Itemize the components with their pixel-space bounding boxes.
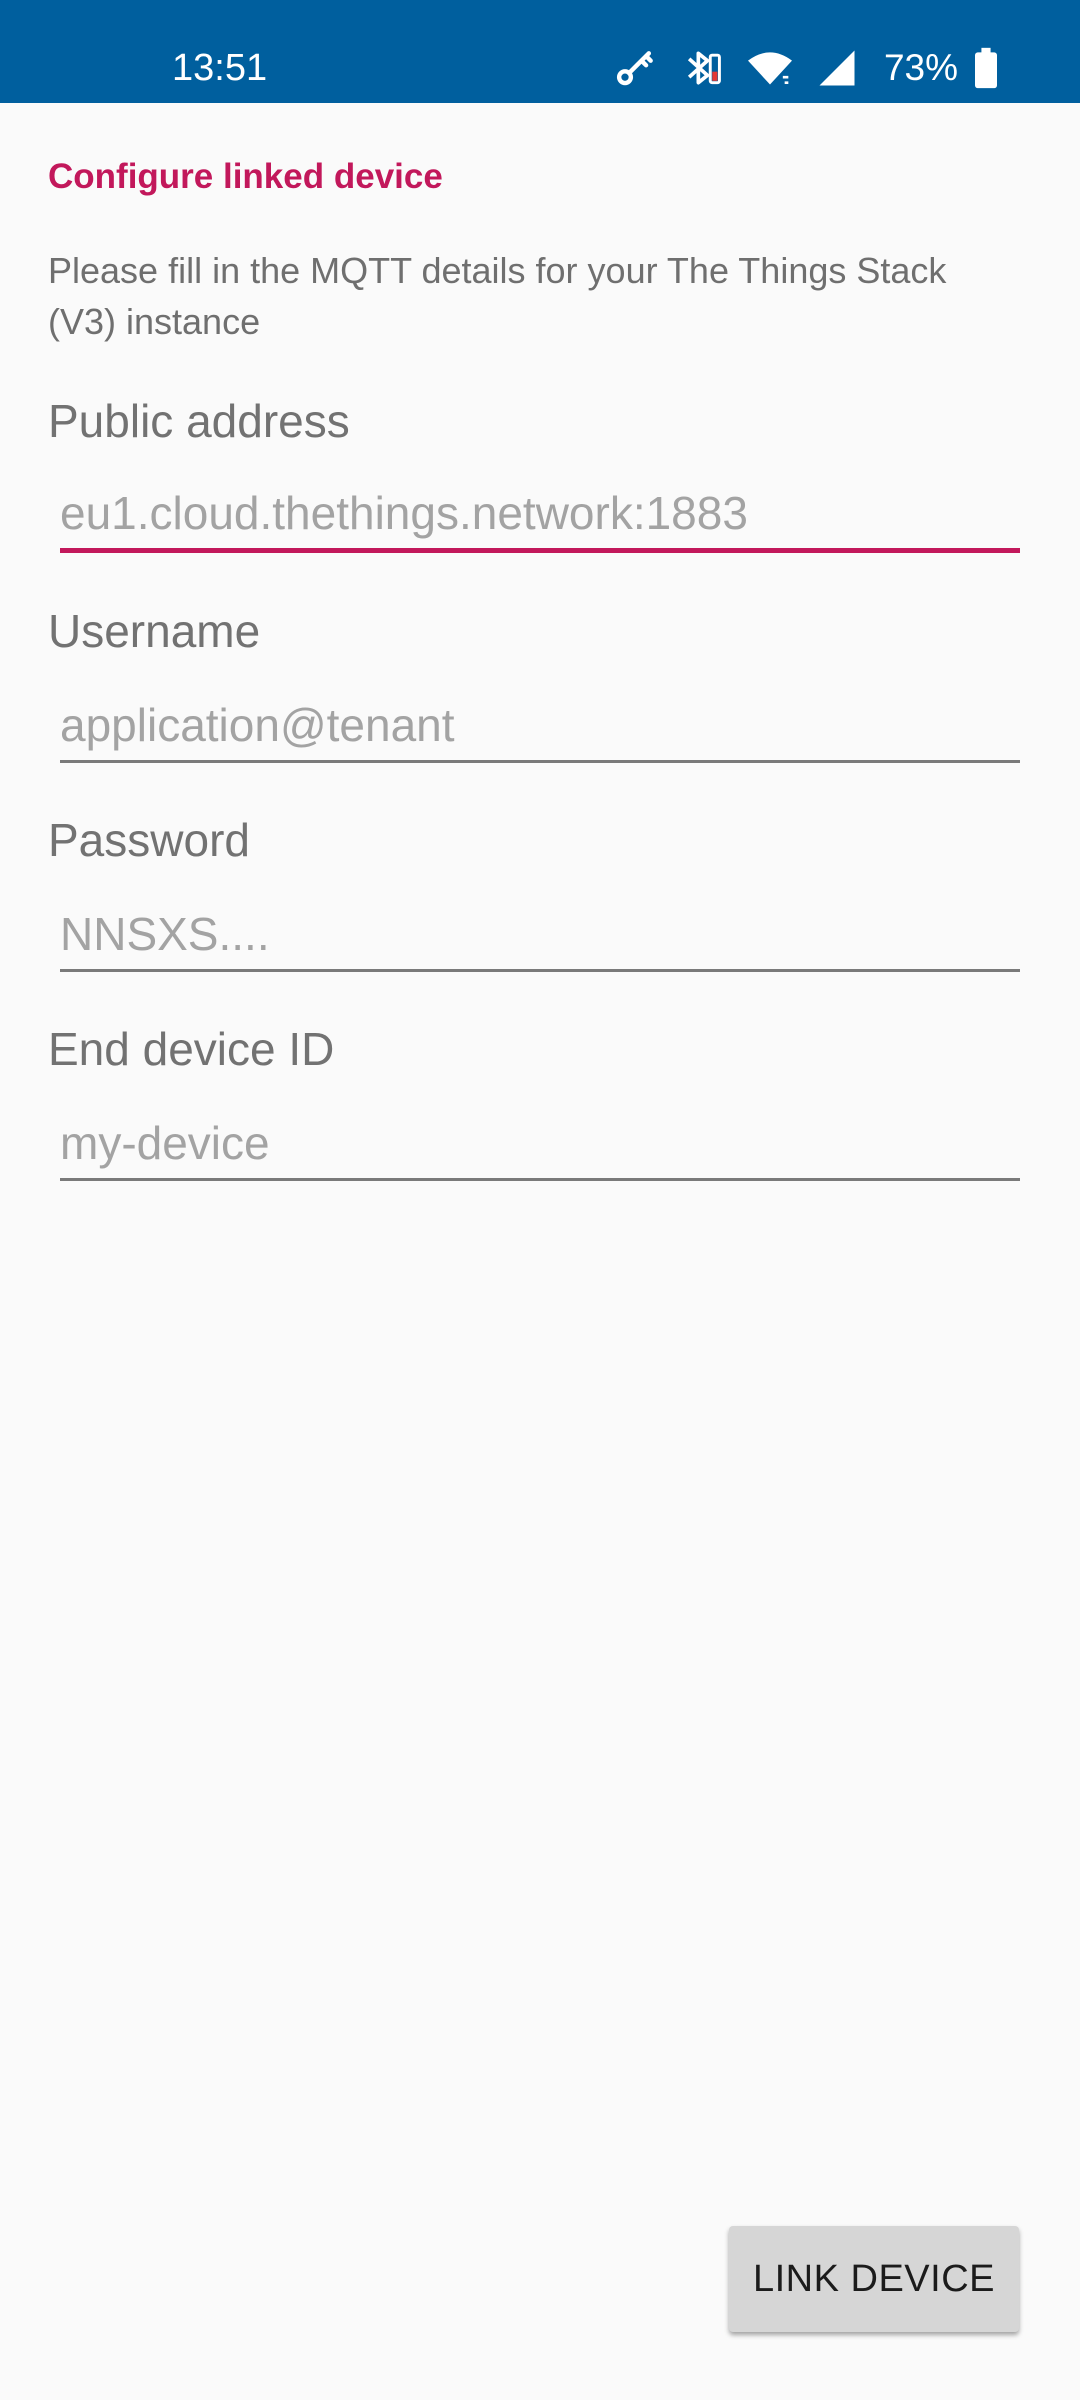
status-icons: 73%	[592, 46, 1000, 90]
battery-percent: 73%	[883, 47, 958, 88]
end-device-id-label: End device ID	[48, 1023, 335, 1075]
password-label: Password	[48, 814, 250, 866]
end-device-id-input[interactable]	[60, 1108, 1020, 1181]
bluetooth-icon	[680, 46, 724, 90]
password-input[interactable]	[60, 899, 1020, 972]
public-address-input[interactable]	[60, 478, 1020, 553]
cell-signal-icon	[816, 46, 858, 90]
username-input[interactable]	[60, 690, 1020, 763]
username-label: Username	[48, 605, 261, 657]
vpn-key-icon	[614, 46, 658, 90]
link-device-button[interactable]: LINK DEVICE	[729, 2226, 1019, 2332]
battery-icon	[972, 46, 1000, 90]
page-title: Configure linked device	[48, 157, 443, 196]
page-description: Please fill in the MQTT details for your…	[48, 250, 947, 342]
wifi-icon	[746, 46, 794, 90]
status-time: 13:51	[172, 47, 268, 89]
public-address-label: Public address	[48, 395, 350, 447]
status-bar: 13:51 73%	[0, 0, 1080, 103]
